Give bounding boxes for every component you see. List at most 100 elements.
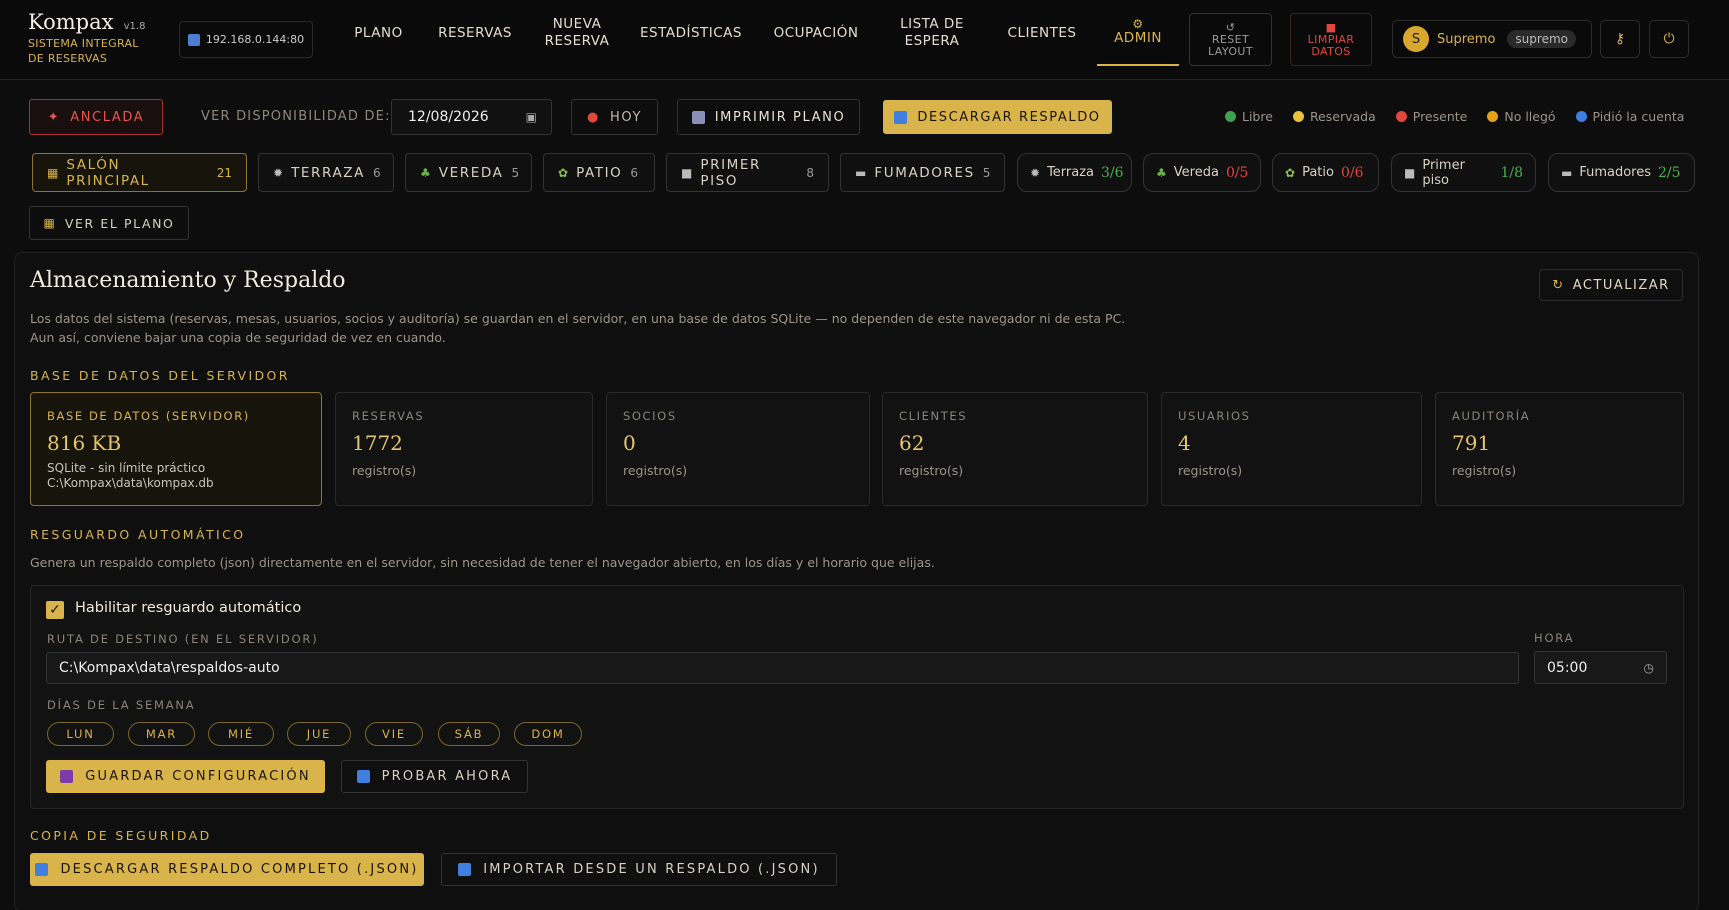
stat-card-usuarios: USUARIOS 4 registro(s) (1161, 392, 1422, 506)
nav-ocupacion[interactable]: OCUPACIÓN (766, 0, 866, 66)
nav-nueva-reserva[interactable]: NUEVA RESERVA (536, 0, 618, 66)
view-plan-button[interactable]: ▦ VER EL PLANO (29, 206, 189, 240)
occupancy-ratio: 1/8 (1500, 164, 1523, 181)
cigarette-icon: ▬ (855, 165, 867, 180)
day-jue[interactable]: JUE (287, 722, 351, 746)
key-button[interactable]: ⚷ (1600, 20, 1640, 58)
nav-clientes[interactable]: CLIENTES (1002, 0, 1082, 66)
day-sab[interactable]: SÁB (438, 722, 500, 746)
download-full-backup-button[interactable]: DESCARGAR RESPALDO COMPLETO (.JSON) (30, 853, 424, 886)
plant-icon: ✿ (558, 165, 569, 180)
key-icon: ⚷ (1614, 31, 1626, 47)
plant-icon: ✿ (1285, 165, 1296, 180)
day-dom[interactable]: DOM (514, 722, 582, 746)
nav-label: ADMIN (1114, 29, 1162, 46)
auto-backup-section-title: RESGUARDO AUTOMÁTICO (30, 527, 246, 542)
today-button[interactable]: ● HOY (571, 99, 658, 135)
occupancy-terraza[interactable]: ✹ Terraza 3/6 (1017, 153, 1132, 192)
sun-icon: ✹ (1030, 165, 1041, 180)
legend-libre: Libre (1225, 109, 1273, 124)
refresh-button[interactable]: ↻ ACTUALIZAR (1539, 269, 1683, 301)
zone-vereda[interactable]: ♣ VEREDA 5 (405, 153, 532, 192)
day-lun[interactable]: LUN (47, 722, 114, 746)
today-label: HOY (609, 109, 642, 125)
zone-salon-principal[interactable]: ▦ SALÓN PRINCIPAL 21 (32, 153, 247, 192)
user-role-badge: supremo (1507, 30, 1576, 48)
zone-patio[interactable]: ✿ PATIO 6 (543, 153, 655, 192)
clear-data-button[interactable]: ■ LIMPIAR DATOS (1290, 13, 1372, 66)
date-input[interactable]: 12/08/2026 ▣ (391, 99, 552, 135)
reset-layout-button[interactable]: ↺ RESET LAYOUT (1189, 13, 1272, 66)
download-icon (894, 110, 908, 124)
day-mar[interactable]: MAR (128, 722, 195, 746)
page-title: Almacenamiento y Respaldo (30, 268, 346, 293)
zone-count: 21 (216, 165, 232, 180)
occupancy-fumadores[interactable]: ▬ Fumadores 2/5 (1548, 153, 1695, 192)
day-mie[interactable]: MIÉ (208, 722, 274, 746)
pinned-label: ANCLADA (70, 109, 145, 125)
zone-terraza[interactable]: ✹ TERRAZA 6 (258, 153, 394, 192)
zone-fumadores[interactable]: ▬ FUMADORES 5 (840, 153, 1005, 192)
storage-panel (14, 252, 1699, 910)
nav-label: ESTADÍSTICAS (640, 24, 742, 41)
db-path: C:\Kompax\data\kompax.db (47, 476, 214, 490)
print-plan-button[interactable]: IMPRIMIR PLANO (677, 99, 860, 135)
availability-label: VER DISPONIBILIDAD DE: (201, 109, 391, 124)
occupancy-label: Primer piso (1422, 157, 1465, 188)
nav-plano[interactable]: PLANO (345, 0, 412, 66)
check-icon: ✓ (49, 602, 61, 618)
card-value: 0 (623, 431, 636, 455)
download-label: DESCARGAR RESPALDO (917, 109, 1101, 125)
download-backup-button[interactable]: DESCARGAR RESPALDO (883, 100, 1112, 134)
card-unit: registro(s) (899, 463, 964, 478)
path-value: C:\Kompax\data\respaldos-auto (59, 660, 280, 676)
card-title: RESERVAS (352, 409, 425, 423)
nav-reservas[interactable]: RESERVAS (432, 0, 518, 66)
zone-primer-piso[interactable]: ■ PRIMER PISO 8 (666, 153, 829, 192)
save-config-label: GUARDAR CONFIGURACIÓN (85, 769, 311, 784)
user-menu[interactable]: S Supremo supremo (1392, 20, 1592, 58)
card-unit: registro(s) (1178, 463, 1243, 478)
occupancy-vereda[interactable]: ♣ Vereda 0/5 (1143, 153, 1261, 192)
nav-estadisticas[interactable]: ESTADÍSTICAS (636, 0, 746, 66)
occupancy-patio[interactable]: ✿ Patio 0/6 (1272, 153, 1379, 192)
power-button[interactable]: ⏻ (1649, 20, 1689, 58)
zone-label: FUMADORES (874, 164, 975, 181)
gear-icon: ⚙ (1132, 16, 1144, 31)
avatar: S (1403, 26, 1429, 52)
download-icon (35, 863, 49, 876)
occupancy-primer-piso[interactable]: ■ Primer piso 1/8 (1391, 153, 1536, 192)
occupancy-label: Fumadores (1579, 165, 1652, 180)
test-now-button[interactable]: PROBAR AHORA (341, 760, 528, 793)
zone-label: VEREDA (438, 164, 504, 181)
app-version: v1.8 (123, 21, 146, 32)
app-subtitle: SISTEMA INTEGRAL DE RESERVAS (28, 37, 139, 65)
zone-label: TERRAZA (291, 164, 365, 181)
stat-card-clientes: CLIENTES 62 registro(s) (882, 392, 1148, 506)
card-title: BASE DE DATOS (SERVIDOR) (47, 409, 250, 423)
backup-path-input[interactable]: C:\Kompax\data\respaldos-auto (46, 652, 1519, 684)
play-icon (356, 770, 370, 783)
download-full-label: DESCARGAR RESPALDO COMPLETO (.JSON) (60, 862, 419, 877)
day-vie[interactable]: VIE (365, 722, 423, 746)
occupancy-ratio: 3/6 (1101, 164, 1124, 181)
date-value: 12/08/2026 (408, 109, 489, 125)
auto-backup-checkbox[interactable]: ✓ (46, 601, 64, 619)
legend-reservada: Reservada (1292, 109, 1376, 124)
square-icon: ■ (681, 165, 693, 180)
nav-lista-de-espera[interactable]: LISTA DE ESPERA (882, 0, 982, 66)
refresh-label: ACTUALIZAR (1572, 277, 1670, 293)
save-config-button[interactable]: GUARDAR CONFIGURACIÓN (46, 760, 325, 793)
test-now-label: PROBAR AHORA (381, 769, 513, 784)
nav-admin[interactable]: ⚙ ADMIN (1097, 0, 1179, 66)
power-icon: ⏻ (1663, 31, 1675, 47)
hour-label: HORA (1534, 631, 1575, 645)
hour-input[interactable]: 05:00 ◷ (1534, 651, 1667, 684)
card-title: USUARIOS (1178, 409, 1251, 423)
tree-icon: ♣ (1156, 165, 1167, 180)
import-backup-button[interactable]: IMPORTAR DESDE UN RESPALDO (.JSON) (441, 853, 837, 886)
pinned-button[interactable]: ✦ ANCLADA (29, 99, 163, 135)
calendar-icon: ▣ (525, 110, 537, 124)
view-plan-label: VER EL PLANO (64, 215, 175, 231)
zone-count: 5 (982, 165, 991, 180)
